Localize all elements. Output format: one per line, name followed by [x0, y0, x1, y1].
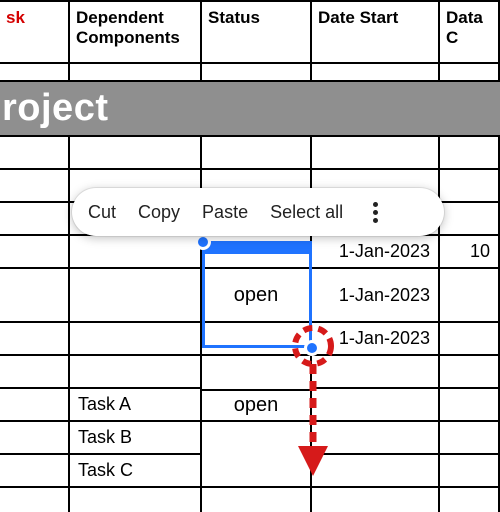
cell[interactable] [440, 137, 500, 170]
cell[interactable] [70, 236, 202, 269]
cell[interactable] [0, 323, 70, 356]
cell[interactable] [202, 422, 312, 455]
cell[interactable] [202, 323, 312, 356]
cell[interactable] [70, 137, 202, 170]
cell[interactable] [202, 137, 312, 170]
column-header-row: sk Dependent Components Status Date Star… [0, 0, 500, 64]
ctx-more-icon[interactable] [365, 202, 385, 223]
ctx-cut[interactable]: Cut [88, 202, 116, 223]
cell-data-c[interactable]: 10 [440, 236, 500, 269]
cell[interactable] [312, 455, 440, 488]
cell[interactable] [440, 269, 500, 323]
cell-dependent[interactable]: Task A [70, 389, 202, 422]
cell[interactable] [202, 455, 312, 488]
project-banner-title: roject [2, 87, 108, 130]
cell[interactable] [440, 455, 500, 488]
cell[interactable] [312, 137, 440, 170]
cell[interactable] [440, 203, 500, 236]
cell[interactable] [202, 356, 312, 389]
cell[interactable] [0, 170, 70, 203]
cell[interactable] [70, 488, 202, 512]
cell[interactable] [70, 323, 202, 356]
table-row[interactable] [0, 488, 500, 512]
cell[interactable] [0, 422, 70, 455]
cell[interactable] [202, 488, 312, 512]
selection-handle-top-left[interactable] [195, 234, 211, 250]
table-row[interactable] [0, 137, 500, 170]
cell[interactable] [440, 488, 500, 512]
cell[interactable] [440, 170, 500, 203]
cell[interactable] [0, 389, 70, 422]
cell-status[interactable]: open [202, 389, 312, 422]
context-menu: Cut Copy Paste Select all [72, 188, 444, 236]
col-header-date-start[interactable]: Date Start [312, 2, 440, 64]
col-header-status[interactable]: Status [202, 2, 312, 64]
col-header-task[interactable]: sk [0, 2, 70, 64]
table-row[interactable]: open 1-Jan-2023 [0, 269, 500, 323]
table-row[interactable]: 1-Jan-2023 [0, 323, 500, 356]
table-row[interactable]: Task B [0, 422, 500, 455]
cell-status[interactable]: open [202, 269, 312, 323]
cell[interactable] [0, 269, 70, 323]
cell[interactable] [312, 356, 440, 389]
cell-status[interactable]: complete [202, 236, 312, 269]
col-header-dependent[interactable]: Dependent Components [70, 2, 202, 64]
cell-date-start[interactable]: 1-Jan-2023 [312, 323, 440, 356]
cell[interactable] [440, 356, 500, 389]
cell[interactable] [440, 389, 500, 422]
table-row[interactable]: Task C [0, 455, 500, 488]
cell[interactable] [312, 422, 440, 455]
table-row[interactable] [0, 356, 500, 389]
cell-date-start[interactable]: 1-Jan-2023 [312, 236, 440, 269]
cell[interactable] [70, 269, 202, 323]
cell[interactable] [312, 488, 440, 512]
table-row[interactable]: complete 1-Jan-2023 10 [0, 236, 500, 269]
cell[interactable] [0, 455, 70, 488]
ctx-copy[interactable]: Copy [138, 202, 180, 223]
cell[interactable] [0, 356, 70, 389]
spacer-row [0, 64, 500, 82]
table-row[interactable]: Task A open [0, 389, 500, 422]
cell-dependent[interactable]: Task B [70, 422, 202, 455]
cell[interactable] [0, 488, 70, 512]
cell-dependent[interactable]: Task C [70, 455, 202, 488]
cell[interactable] [440, 323, 500, 356]
cell[interactable] [0, 137, 70, 170]
project-banner: roject [0, 82, 500, 137]
selection-handle-bottom-right[interactable] [304, 340, 320, 356]
cell[interactable] [440, 422, 500, 455]
col-header-data-c[interactable]: Data C [440, 2, 500, 64]
cell[interactable] [312, 389, 440, 422]
cell[interactable] [70, 356, 202, 389]
cell-date-start[interactable]: 1-Jan-2023 [312, 269, 440, 323]
cell[interactable] [0, 203, 70, 236]
spreadsheet-viewport[interactable]: sk Dependent Components Status Date Star… [0, 0, 500, 512]
ctx-select-all[interactable]: Select all [270, 202, 343, 223]
cell[interactable] [0, 236, 70, 269]
ctx-paste[interactable]: Paste [202, 202, 248, 223]
